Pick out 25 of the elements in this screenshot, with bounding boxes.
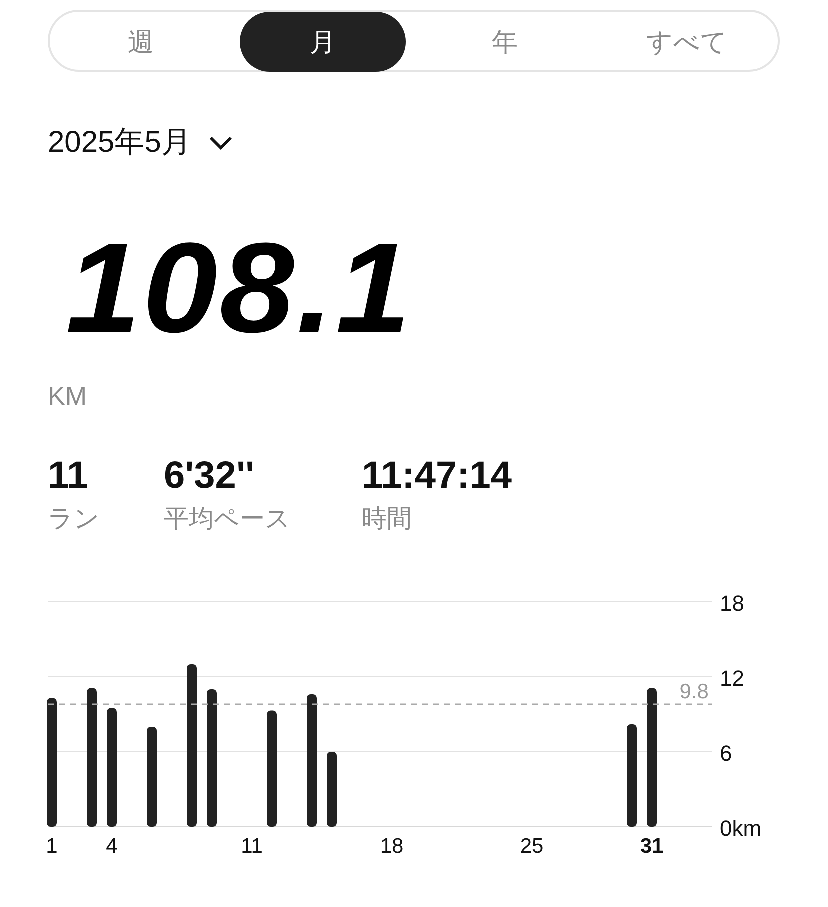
stat-value: 6'32'': [164, 456, 256, 498]
total-distance: 108.1: [66, 225, 413, 353]
y-axis-label: 6: [720, 740, 732, 766]
x-axis-label: 25: [520, 834, 544, 858]
y-axis-label: 18: [720, 590, 744, 616]
y-axis-label: 12: [720, 666, 744, 691]
stat-label: 平均ペース: [164, 504, 292, 535]
period-tab[interactable]: すべて: [604, 12, 770, 72]
chevron-down-icon: [209, 134, 234, 150]
stat-label: ラン: [48, 504, 101, 535]
period-tab[interactable]: 年: [422, 12, 588, 72]
average-label: 9.8: [680, 680, 709, 704]
stat-label: 時間: [362, 504, 413, 535]
period-tab[interactable]: 週: [58, 12, 224, 72]
x-axis-label: 18: [380, 834, 404, 858]
stat-value: 11: [48, 456, 90, 498]
x-axis-label: 11: [241, 834, 263, 858]
distance-unit: KM: [48, 381, 88, 412]
x-axis-label: 31: [640, 834, 664, 858]
y-axis-label: 0km: [720, 816, 762, 841]
period-tab[interactable]: 月: [240, 12, 406, 72]
x-axis-label: 1: [46, 834, 58, 858]
month-selector[interactable]: 2025年5月: [48, 122, 234, 163]
stat-value: 11:47:14: [362, 456, 514, 498]
x-axis-label: 4: [106, 834, 118, 858]
